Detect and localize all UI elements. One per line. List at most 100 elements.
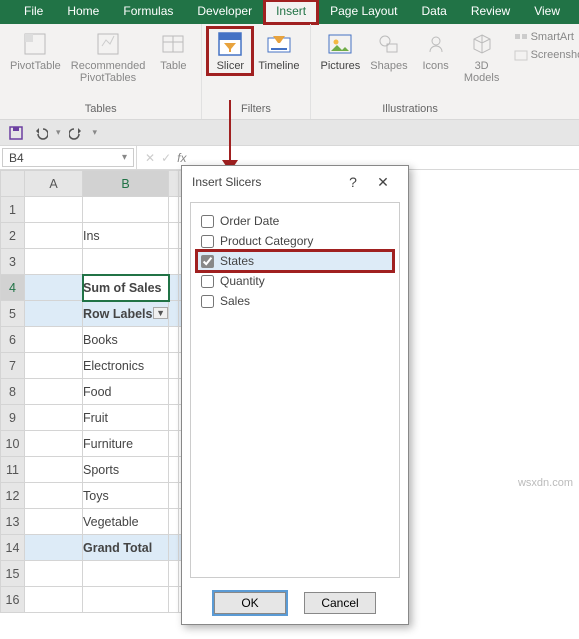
fx-icon[interactable]: fx (177, 151, 186, 165)
pictures-button[interactable]: Pictures (317, 28, 365, 74)
slicer-field-states[interactable]: States (197, 251, 393, 271)
icons-button[interactable]: Icons (414, 28, 458, 74)
cell[interactable] (25, 405, 83, 431)
3d-models-button[interactable]: 3D Models (460, 28, 504, 86)
row-header-9[interactable]: 9 (1, 405, 25, 431)
cell[interactable] (25, 587, 83, 613)
row-header-12[interactable]: 12 (1, 483, 25, 509)
pivottable-button[interactable]: PivotTable (6, 28, 65, 74)
row-header-8[interactable]: 8 (1, 379, 25, 405)
cell[interactable]: Furniture (83, 431, 169, 457)
cell[interactable] (169, 509, 179, 535)
cell[interactable] (25, 379, 83, 405)
slicer-field-quantity[interactable]: Quantity (197, 271, 393, 291)
timeline-button[interactable]: Timeline (254, 28, 303, 74)
column-header-B[interactable]: B (83, 171, 169, 197)
cell[interactable] (169, 197, 179, 223)
cell[interactable] (169, 327, 179, 353)
row-header-4[interactable]: 4 (1, 275, 25, 301)
cell[interactable] (169, 379, 179, 405)
tab-formulas[interactable]: Formulas (111, 0, 185, 24)
tab-insert[interactable]: Insert (264, 0, 318, 24)
name-box-chevron-icon[interactable]: ▾ (122, 152, 127, 163)
cell[interactable] (83, 561, 169, 587)
cell[interactable] (83, 587, 169, 613)
slicer-field-checkbox[interactable] (201, 295, 214, 308)
cell[interactable] (25, 197, 83, 223)
slicer-field-product-category[interactable]: Product Category (197, 231, 393, 251)
cell[interactable] (25, 509, 83, 535)
row-header-1[interactable]: 1 (1, 197, 25, 223)
save-icon[interactable] (8, 125, 24, 141)
cell[interactable] (169, 587, 179, 613)
cell[interactable] (169, 249, 179, 275)
cell[interactable] (169, 535, 179, 561)
cell[interactable]: Toys (83, 483, 169, 509)
name-box[interactable]: B4 ▾ (2, 148, 134, 167)
tab-developer[interactable]: Developer (185, 0, 264, 24)
recommended-pivottables-button[interactable]: Recommended PivotTables (67, 28, 150, 86)
row-header-13[interactable]: 13 (1, 509, 25, 535)
cell[interactable] (83, 249, 169, 275)
row-header-3[interactable]: 3 (1, 249, 25, 275)
cell[interactable]: Electronics (83, 353, 169, 379)
cancel-button[interactable]: Cancel (304, 592, 376, 614)
cell[interactable] (169, 223, 179, 249)
cell[interactable] (169, 353, 179, 379)
dialog-help-button[interactable]: ? (338, 174, 368, 190)
row-labels-filter-icon[interactable]: ▼ (153, 307, 168, 319)
cell[interactable]: Row Labels▼ (83, 301, 169, 327)
cell[interactable]: Ins (83, 223, 169, 249)
undo-chevron-icon[interactable]: ▾ (56, 127, 61, 138)
cell[interactable] (83, 197, 169, 223)
row-header-6[interactable]: 6 (1, 327, 25, 353)
table-button[interactable]: Table (151, 28, 195, 74)
tab-data[interactable]: Data (409, 0, 458, 24)
cell[interactable] (169, 431, 179, 457)
cell[interactable] (25, 301, 83, 327)
row-header-16[interactable]: 16 (1, 587, 25, 613)
cell[interactable] (25, 457, 83, 483)
slicer-field-checkbox[interactable] (201, 215, 214, 228)
cell[interactable]: Vegetable (83, 509, 169, 535)
row-header-11[interactable]: 11 (1, 457, 25, 483)
redo-icon[interactable] (69, 125, 85, 141)
cell[interactable] (25, 275, 83, 301)
tab-review[interactable]: Review (459, 0, 522, 24)
select-all-corner[interactable] (1, 171, 25, 197)
column-header-A[interactable]: A (25, 171, 83, 197)
cell[interactable]: Sports (83, 457, 169, 483)
cell[interactable] (25, 223, 83, 249)
cell[interactable] (169, 275, 179, 301)
cell[interactable] (25, 535, 83, 561)
tab-page-layout[interactable]: Page Layout (318, 0, 409, 24)
row-header-15[interactable]: 15 (1, 561, 25, 587)
screenshot-button[interactable]: Screensho (514, 48, 579, 62)
select-all-corner[interactable] (169, 171, 179, 197)
row-header-14[interactable]: 14 (1, 535, 25, 561)
cell[interactable]: Books (83, 327, 169, 353)
shapes-button[interactable]: Shapes (366, 28, 411, 74)
dialog-close-button[interactable]: ✕ (368, 174, 398, 191)
cell[interactable]: Grand Total (83, 535, 169, 561)
cell[interactable]: Sum of Sales (83, 275, 169, 301)
cell[interactable] (25, 353, 83, 379)
row-header-2[interactable]: 2 (1, 223, 25, 249)
cell[interactable]: Fruit (83, 405, 169, 431)
row-header-5[interactable]: 5 (1, 301, 25, 327)
cell[interactable] (25, 249, 83, 275)
cell[interactable] (169, 405, 179, 431)
cell[interactable] (25, 327, 83, 353)
cell[interactable] (169, 561, 179, 587)
tab-file[interactable]: File (12, 0, 55, 24)
slicer-field-checkbox[interactable] (201, 275, 214, 288)
slicer-button[interactable]: Slicer (208, 28, 252, 74)
row-header-10[interactable]: 10 (1, 431, 25, 457)
slicer-field-checkbox[interactable] (201, 235, 214, 248)
row-header-7[interactable]: 7 (1, 353, 25, 379)
cell[interactable] (169, 483, 179, 509)
tab-home[interactable]: Home (55, 0, 111, 24)
cell[interactable] (25, 561, 83, 587)
cell[interactable] (169, 301, 179, 327)
cell[interactable] (25, 483, 83, 509)
